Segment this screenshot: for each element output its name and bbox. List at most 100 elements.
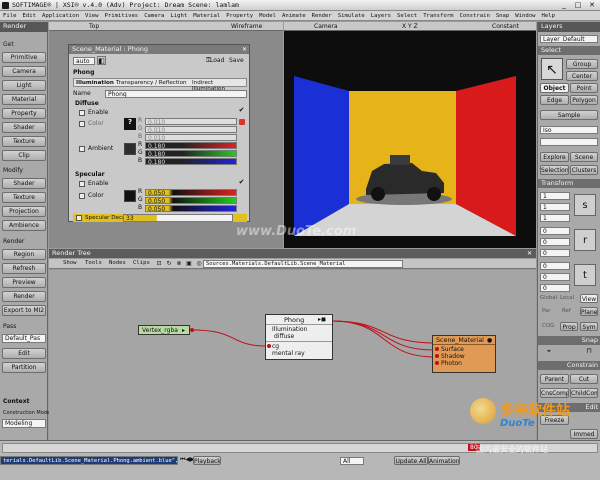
menu-item[interactable]: Primitives <box>105 13 139 19</box>
transform-field[interactable]: 0 <box>540 238 570 246</box>
scene-material-node[interactable]: Scene_Material ● Surface Shadow Photon <box>432 335 496 373</box>
ambient-checkbox[interactable] <box>79 146 85 152</box>
render-region-button[interactable]: Region <box>2 249 46 260</box>
specular-r-field[interactable]: 0.050 <box>145 189 237 196</box>
surface-input-port[interactable] <box>435 347 439 351</box>
select-arrow-icon[interactable]: ↖ <box>541 58 563 80</box>
snap-section-header[interactable]: Snap <box>538 336 600 345</box>
selection-button[interactable]: Selection <box>540 165 569 175</box>
playback-button[interactable]: Playback <box>193 456 221 465</box>
ambient-r-field[interactable]: 0.180 <box>145 142 237 149</box>
phong-diffuse-input[interactable] <box>267 344 271 348</box>
pass-partition-button[interactable]: Partition <box>2 362 46 373</box>
section-phong-label[interactable]: Phong <box>73 69 94 77</box>
modify-texture-button[interactable]: Texture <box>2 192 46 203</box>
get-texture-button[interactable]: Texture <box>2 136 46 147</box>
transform-field[interactable]: 0 <box>540 273 570 281</box>
modify-projection-button[interactable]: Projection <box>2 206 46 217</box>
specular-enable-checkbox[interactable] <box>79 181 85 187</box>
maximize-button[interactable]: □ <box>572 1 584 10</box>
menu-item[interactable]: Simulate <box>338 13 365 19</box>
camera-label[interactable]: Camera <box>314 23 338 30</box>
render-render-button[interactable]: Render <box>2 291 46 302</box>
ambient-b-field[interactable]: 0.180 <box>145 158 237 165</box>
point-button[interactable]: Point <box>570 83 598 93</box>
center-button[interactable]: Center <box>566 71 598 81</box>
viewport-label[interactable]: Top <box>89 23 99 30</box>
phong-node[interactable]: Phong ▸◼ Illumination diffuse cg mental … <box>265 314 333 360</box>
child-comp-button[interactable]: ChildComp <box>570 388 598 398</box>
vertex-rgba-node[interactable]: Vertex_rgba ▸ <box>138 325 190 335</box>
edge-button[interactable]: Edge <box>540 95 569 105</box>
pass-dropdown[interactable]: Default_Pas <box>2 334 46 343</box>
preset-icon[interactable]: ◧ <box>97 56 106 65</box>
menu-item[interactable]: Material <box>193 13 220 19</box>
menu-item[interactable]: Layers <box>371 13 391 19</box>
port-photon[interactable]: Photon <box>441 360 462 367</box>
view-toggle[interactable]: View <box>580 294 598 303</box>
construction-mode-dropdown[interactable]: Modeling <box>2 419 46 428</box>
object-button[interactable]: Object <box>540 83 569 93</box>
node-collapse-icon[interactable]: ● <box>487 337 492 344</box>
get-shader-button[interactable]: Shader <box>2 122 46 133</box>
diffuse-g-field[interactable]: 0.010 <box>145 126 237 133</box>
all-dropdown[interactable]: All <box>340 457 364 465</box>
animation-button[interactable]: Animation <box>428 456 460 465</box>
question-icon[interactable]: ? <box>124 118 136 130</box>
menu-item[interactable]: Edit <box>22 13 35 19</box>
sample-button[interactable]: Sample <box>540 110 598 120</box>
rotate-icon[interactable]: r <box>574 229 596 251</box>
menu-item[interactable]: Constrain <box>460 13 490 19</box>
transform-field[interactable]: 0 <box>540 262 570 270</box>
menu-item[interactable]: Light <box>170 13 187 19</box>
menu-item[interactable]: View <box>85 13 98 19</box>
frame-icon[interactable]: ▣ <box>185 259 193 268</box>
view-icon[interactable]: ◎ <box>195 259 203 268</box>
polygon-button[interactable]: Polygon <box>570 95 598 105</box>
render-tree-close-icon[interactable]: ✕ <box>525 249 534 258</box>
transform-field[interactable]: 1 <box>540 192 570 200</box>
menu-item[interactable]: Transform <box>423 13 453 19</box>
magnet-icon[interactable]: ⊓ <box>582 347 596 359</box>
load-button[interactable]: Load <box>210 57 224 64</box>
command-line[interactable]: terials.DefaultLib.Scene_Material.Phong.… <box>0 456 178 465</box>
clear-icon[interactable]: ⊗ <box>175 259 183 268</box>
menu-item[interactable]: Model <box>259 13 276 19</box>
menu-item[interactable]: Window <box>515 13 535 19</box>
export-mi2-button[interactable]: Export to MI2 <box>2 305 46 316</box>
plane-button[interactable]: Plane <box>580 307 598 316</box>
menu-item[interactable]: Select <box>397 13 417 19</box>
diffuse-r-field[interactable]: 0.010 <box>145 118 237 125</box>
node-expand-icon[interactable]: ▸ <box>182 327 185 335</box>
menu-clips[interactable]: Clips <box>133 260 150 266</box>
specular-swatch[interactable] <box>124 190 136 202</box>
port-illumination[interactable]: Illumination <box>272 326 307 333</box>
update-all-button[interactable]: Update All <box>394 456 428 465</box>
transform-field[interactable]: 0 <box>540 249 570 257</box>
select-section-header[interactable]: Select <box>538 46 600 55</box>
tab-illumination[interactable]: Illumination <box>76 80 114 86</box>
camera-mode[interactable]: Constant <box>492 23 519 30</box>
menu-item[interactable]: File <box>3 13 16 19</box>
menu-nodes[interactable]: Nodes <box>109 260 126 266</box>
name-field[interactable]: Phong <box>105 90 247 98</box>
toolbar-header[interactable]: Render <box>0 22 48 32</box>
transform-field[interactable]: 0 <box>540 227 570 235</box>
constrain-section-header[interactable]: Constrain <box>538 361 600 370</box>
specular-color-checkbox[interactable] <box>79 193 85 199</box>
snap-icon[interactable]: ⌖ <box>542 347 556 359</box>
menu-item[interactable]: Property <box>226 13 253 19</box>
specular-b-field[interactable]: 0.050 <box>145 205 237 212</box>
menu-tools[interactable]: Tools <box>85 260 102 266</box>
specular-decay-field[interactable]: 33 <box>123 214 233 222</box>
shadow-input-port[interactable] <box>435 354 439 358</box>
scene-button[interactable]: Scene <box>570 152 598 162</box>
prop-button[interactable]: Prop <box>560 322 578 331</box>
filter-dropdown[interactable]: Iso <box>540 126 598 134</box>
menu-item[interactable]: Camera <box>144 13 164 19</box>
render-tree-path[interactable]: Sources.Materials.DefaultLib.Scene_Mater… <box>203 260 403 268</box>
render-tree-canvas[interactable]: Vertex_rgba ▸ Phong ▸◼ Illumination diff… <box>49 270 536 440</box>
ambient-g-field[interactable]: 0.180 <box>145 150 237 157</box>
modify-ambience-button[interactable]: Ambience <box>2 220 46 231</box>
node-collapse-icon[interactable]: ▸◼ <box>318 316 326 323</box>
